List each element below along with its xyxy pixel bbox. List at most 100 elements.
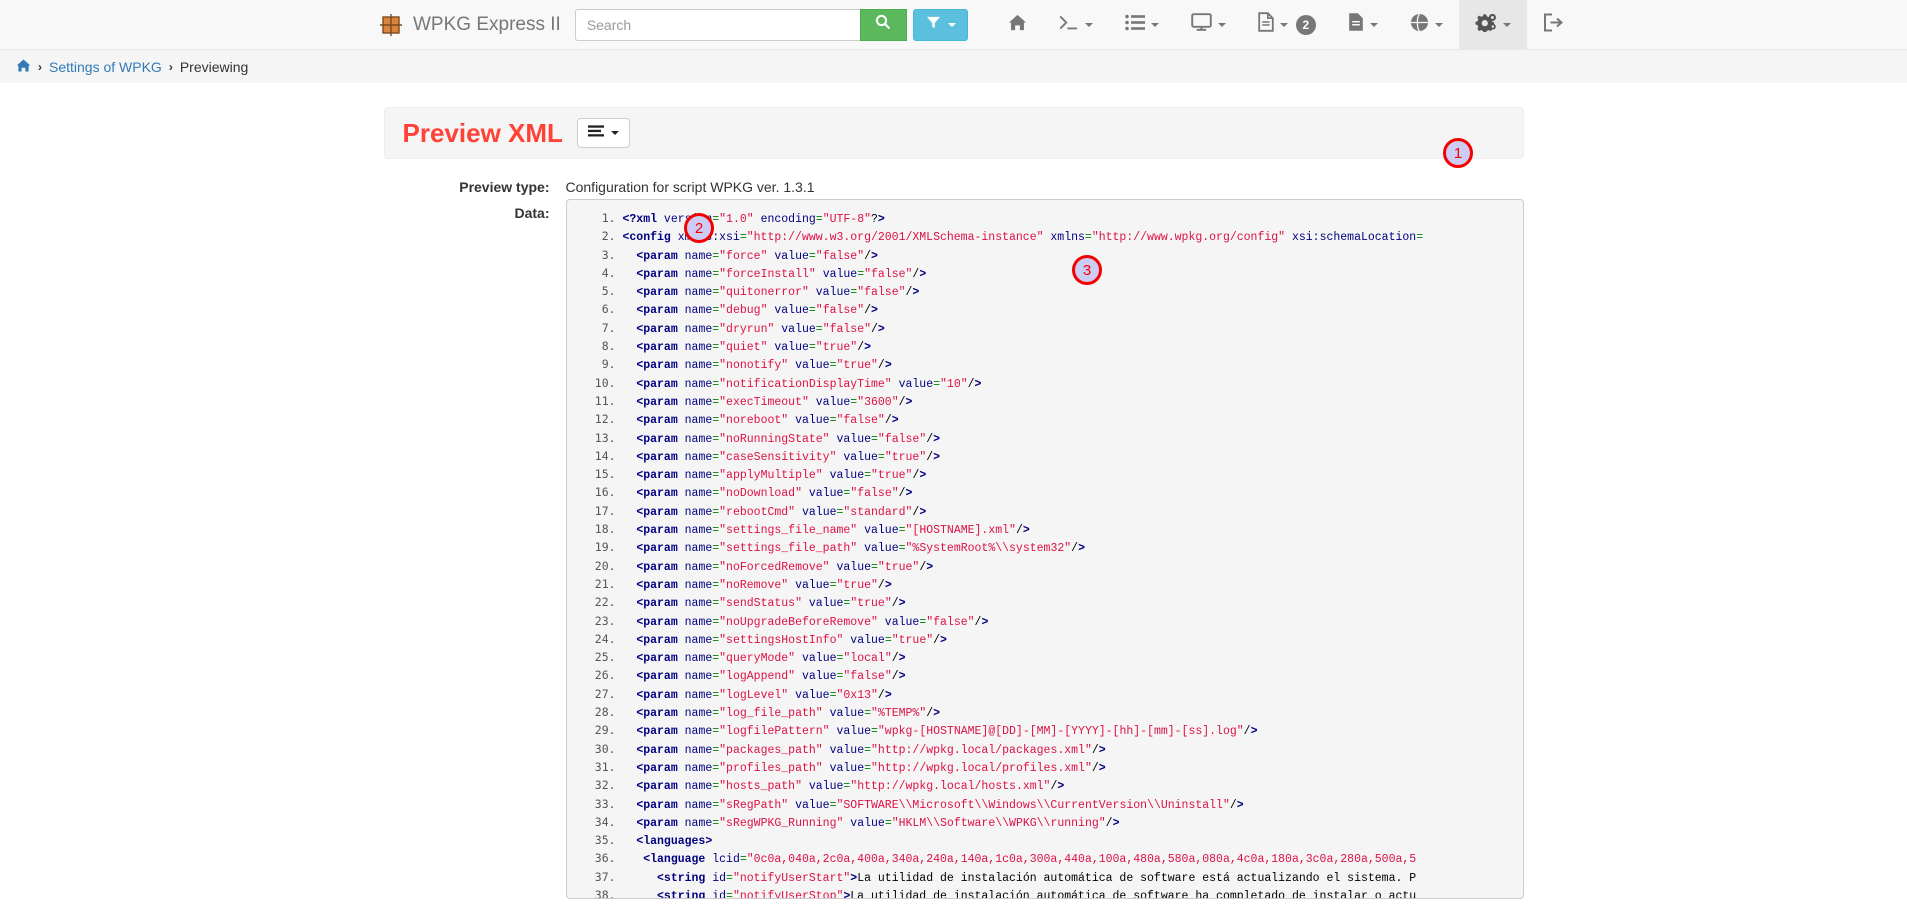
- page-title: Preview XML: [402, 117, 563, 148]
- code-line: <string id="notifyUserStop">La utilidad …: [623, 887, 1523, 898]
- xml-code-viewer[interactable]: <?xml version="1.0" encoding="UTF-8"?><c…: [565, 199, 1524, 899]
- caret-down-icon: [1084, 22, 1093, 27]
- page-header: Preview XML: [383, 107, 1524, 159]
- code-line: <param name="queryMode" value="local"/>: [623, 649, 1523, 667]
- code-line: <param name="logLevel" value="0x13"/>: [623, 686, 1523, 704]
- nav-item-lists[interactable]: [1109, 0, 1175, 49]
- navbar-left-spacer: [0, 0, 380, 49]
- grid-logo-icon: [380, 13, 402, 36]
- code-line: <param name="noRemove" value="true"/>: [623, 576, 1523, 594]
- code-line: <param name="noDownload" value="false"/>: [623, 484, 1523, 502]
- code-line-list: <?xml version="1.0" encoding="UTF-8"?><c…: [567, 200, 1523, 898]
- code-line: <param name="debug" value="false"/>: [623, 301, 1523, 319]
- preview-type-value: Configuration for script WPKG ver. 1.3.1: [565, 179, 815, 195]
- nav-item-reports[interactable]: 2: [1242, 0, 1332, 49]
- navbar-icon-group: 2: [992, 0, 1579, 49]
- code-line: <languages>: [623, 832, 1523, 850]
- breadcrumb-item-settings[interactable]: Settings of WPKG: [49, 59, 162, 75]
- search-icon: [875, 14, 891, 35]
- reports-badge: 2: [1295, 14, 1316, 35]
- breadcrumb-separator: ›: [38, 59, 42, 74]
- caret-down-icon: [1434, 22, 1443, 27]
- gears-icon: [1475, 13, 1497, 37]
- code-line: <param name="logAppend" value="false"/>: [623, 667, 1523, 685]
- caret-down-icon: [1369, 22, 1378, 27]
- code-line: <param name="quitonerror" value="false"/…: [623, 283, 1523, 301]
- search-form: [574, 0, 968, 49]
- code-line: <config xmlns:xsi="http://www.w3.org/200…: [623, 228, 1523, 246]
- data-label: Data:: [514, 205, 550, 221]
- code-line: <param name="noreboot" value="false"/>: [623, 411, 1523, 429]
- code-line: <param name="hosts_path" value="http://w…: [623, 777, 1523, 795]
- code-line: <param name="profiles_path" value="http:…: [623, 759, 1523, 777]
- filter-button[interactable]: [912, 8, 968, 41]
- nav-item-logs[interactable]: [1332, 0, 1394, 49]
- preview-form: Preview type: Configuration for script W…: [384, 159, 1524, 899]
- filter-icon: [926, 15, 941, 35]
- code-line: <param name="caseSensitivity" value="tru…: [623, 448, 1523, 466]
- code-line: <param name="log_file_path" value="%TEMP…: [623, 704, 1523, 722]
- code-line: <param name="sendStatus" value="true"/>: [623, 594, 1523, 612]
- file-lines-icon: [1348, 12, 1364, 37]
- code-line: <param name="noUpgradeBeforeRemove" valu…: [623, 613, 1523, 631]
- code-line: <param name="rebootCmd" value="standard"…: [623, 503, 1523, 521]
- code-line: <param name="execTimeout" value="3600"/>: [623, 393, 1523, 411]
- caret-down-icon: [1279, 22, 1288, 27]
- code-line: <param name="notificationDisplayTime" va…: [623, 375, 1523, 393]
- terminal-icon: [1059, 14, 1079, 36]
- code-line: <param name="noForcedRemove" value="true…: [623, 558, 1523, 576]
- nav-item-home[interactable]: [992, 0, 1043, 49]
- search-input[interactable]: [574, 8, 860, 41]
- code-line: <param name="logfilePattern" value="wpkg…: [623, 722, 1523, 740]
- page-panel: Preview XML Preview type: Configuration …: [383, 83, 1524, 899]
- code-line: <param name="quiet" value="true"/>: [623, 338, 1523, 356]
- caret-down-icon: [610, 131, 619, 135]
- nav-item-logout[interactable]: [1527, 0, 1579, 49]
- brand-link[interactable]: WPKG Express II: [380, 0, 575, 49]
- list-icon: [1125, 14, 1145, 36]
- globe-icon: [1410, 12, 1429, 37]
- nav-item-hosts[interactable]: [1175, 0, 1242, 49]
- search-button[interactable]: [859, 8, 907, 41]
- code-line: <?xml version="1.0" encoding="UTF-8"?>: [623, 210, 1523, 228]
- caret-down-icon: [947, 22, 956, 27]
- code-line: <param name="nonotify" value="true"/>: [623, 356, 1523, 374]
- code-line: <param name="settings_file_name" value="…: [623, 521, 1523, 539]
- nav-item-language[interactable]: [1394, 0, 1459, 49]
- home-icon: [1008, 13, 1027, 37]
- code-line: <param name="noRunningState" value="fals…: [623, 430, 1523, 448]
- code-line: <param name="applyMultiple" value="true"…: [623, 466, 1523, 484]
- logout-icon: [1543, 13, 1563, 37]
- caret-down-icon: [1217, 22, 1226, 27]
- brand-label: WPKG Express II: [413, 13, 561, 35]
- nav-item-console[interactable]: [1043, 0, 1109, 49]
- code-line: <language lcid="0c0a,040a,2c0a,400a,340a…: [623, 850, 1523, 868]
- code-line: <param name="settings_file_path" value="…: [623, 539, 1523, 557]
- monitor-icon: [1191, 13, 1212, 36]
- caret-down-icon: [1502, 22, 1511, 27]
- code-line: <param name="force" value="false"/>: [623, 247, 1523, 265]
- breadcrumb-item-previewing: Previewing: [179, 58, 249, 75]
- code-line: <string id="notifyUserStart">La utilidad…: [623, 869, 1523, 887]
- preview-type-label: Preview type:: [459, 179, 550, 195]
- code-line: <param name="sRegPath" value="SOFTWARE\\…: [623, 796, 1523, 814]
- home-icon[interactable]: [16, 58, 31, 76]
- top-navbar: WPKG Express II Search 2: [0, 0, 1907, 50]
- breadcrumb-separator: ›: [168, 59, 173, 74]
- breadcrumb: › Settings of WPKG › Previewing: [0, 50, 1907, 83]
- page-menu-button[interactable]: [576, 118, 630, 148]
- code-line: <param name="settingsHostInfo" value="tr…: [623, 631, 1523, 649]
- data-row: Data: <?xml version="1.0" encoding="UTF-…: [384, 199, 1524, 899]
- nav-item-settings[interactable]: [1458, 0, 1527, 49]
- caret-down-icon: [1150, 22, 1159, 27]
- code-line: <param name="packages_path" value="http:…: [623, 741, 1523, 759]
- file-icon: [1258, 12, 1274, 37]
- annotation-badge-2: 2: [684, 213, 714, 243]
- preview-type-row: Preview type: Configuration for script W…: [384, 173, 1524, 195]
- annotation-badge-1: 1: [1443, 138, 1473, 168]
- main-content: Preview XML Preview type: Configuration …: [0, 83, 1907, 917]
- hamburger-icon: [587, 124, 604, 142]
- annotation-badge-3: 3: [1072, 255, 1102, 285]
- code-line: <param name="sRegWPKG_Running" value="HK…: [623, 814, 1523, 832]
- code-line: <param name="dryrun" value="false"/>: [623, 320, 1523, 338]
